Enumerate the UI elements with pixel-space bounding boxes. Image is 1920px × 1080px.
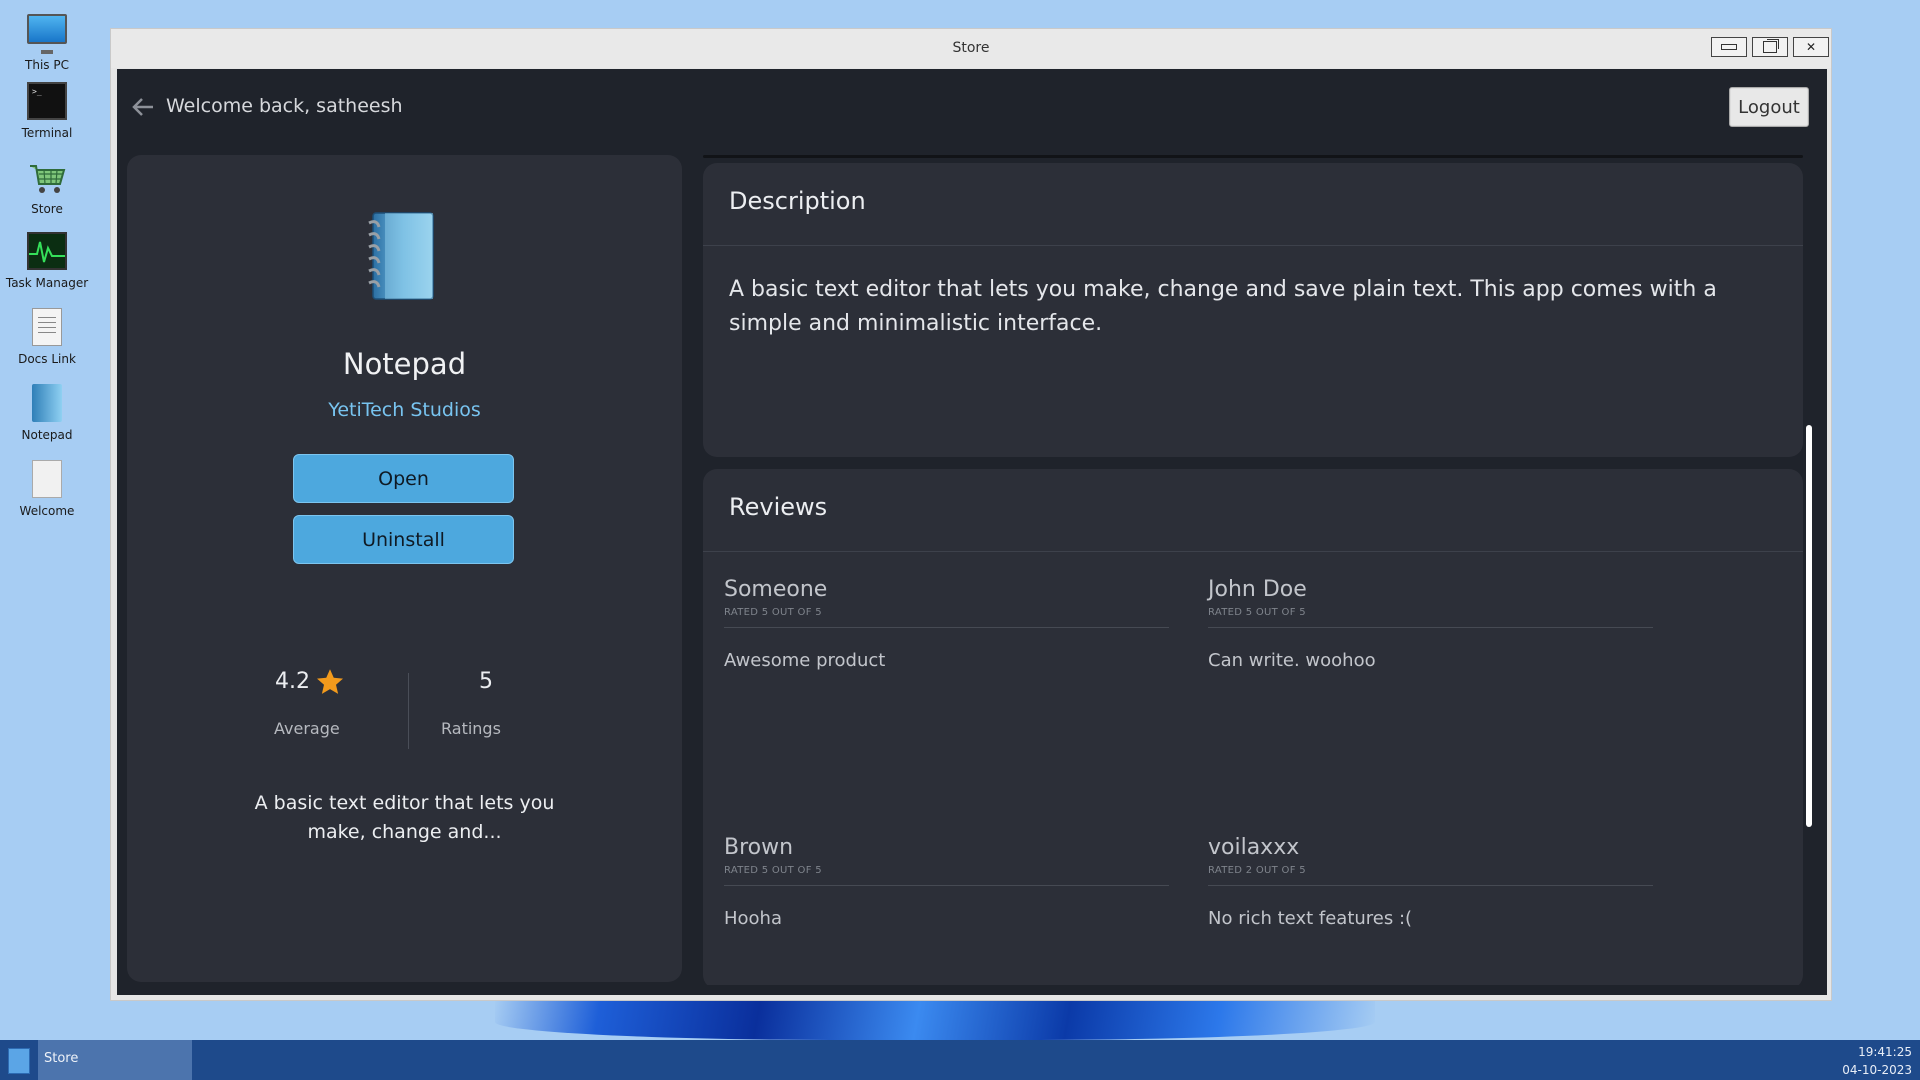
wallpaper — [495, 995, 1375, 1040]
review-divider — [1208, 627, 1653, 628]
desktop-icon-label: Store — [31, 202, 63, 216]
terminal-icon — [27, 82, 67, 122]
taskbar-clock[interactable]: 19:41:25 04-10-2023 — [1842, 1043, 1912, 1079]
start-button[interactable] — [8, 1048, 30, 1074]
review-author: Brown — [724, 835, 794, 860]
desktop-icon-this-pc[interactable]: This PC — [0, 8, 94, 72]
close-icon: ✕ — [1805, 40, 1817, 54]
developer-link[interactable]: YetiTech Studios — [127, 399, 682, 421]
stats-divider — [408, 673, 409, 749]
desktop-icon-label: This PC — [25, 58, 69, 72]
clock-date: 04-10-2023 — [1842, 1063, 1912, 1077]
rating-count-label: Ratings — [441, 719, 501, 738]
reviews-title: Reviews — [729, 493, 828, 521]
open-button[interactable]: Open — [293, 454, 514, 503]
review-divider — [724, 627, 1169, 628]
description-text: A basic text editor that lets you make, … — [729, 277, 1717, 336]
back-arrow-icon[interactable] — [131, 97, 155, 117]
short-description: A basic text editor that lets you make, … — [254, 792, 555, 843]
review-item: Someone RATED 5 OUT OF 5 Awesome product — [724, 577, 1169, 671]
review-item: John Doe RATED 5 OUT OF 5 Can write. woo… — [1208, 577, 1653, 671]
task-manager-icon — [27, 232, 67, 272]
desktop-icon-welcome[interactable]: Welcome — [0, 460, 94, 518]
desktop-icon-notepad[interactable]: Notepad — [0, 384, 94, 442]
review-author: Someone — [724, 577, 828, 602]
desktop-icon-task-manager[interactable]: Task Manager — [0, 232, 94, 290]
minimize-button[interactable] — [1711, 37, 1747, 57]
review-rating: RATED 5 OUT OF 5 — [724, 607, 822, 618]
review-divider — [1208, 885, 1653, 886]
window-title: Store — [952, 40, 990, 56]
welcome-text: Welcome back, satheesh — [166, 95, 403, 117]
taskbar-item-label: Store — [44, 1051, 79, 1066]
review-author: John Doe — [1208, 577, 1307, 602]
review-text: Awesome product — [724, 650, 886, 671]
reviews-card: Reviews Someone RATED 5 OUT OF 5 Awesome… — [703, 469, 1803, 985]
computer-icon — [27, 14, 67, 54]
review-item: voilaxxx RATED 2 OUT OF 5 No rich text f… — [1208, 835, 1653, 929]
rating-average-value: 4.2 — [275, 669, 310, 694]
desktop-icon-label: Notepad — [21, 428, 73, 442]
review-author: voilaxxx — [1208, 835, 1300, 860]
maximize-button[interactable] — [1752, 37, 1788, 57]
app-summary-panel: Notepad YetiTech Studios Open Uninstall … — [127, 155, 682, 982]
desktop-icon-label: Terminal — [21, 126, 73, 140]
desktop-icon-store[interactable]: Store — [0, 158, 94, 216]
desktop-icon-label: Docs Link — [18, 352, 76, 366]
review-item: Brown RATED 5 OUT OF 5 Hooha — [724, 835, 1169, 929]
review-divider — [724, 885, 1169, 886]
taskbar: Store 19:41:25 04-10-2023 — [0, 1040, 1920, 1080]
scrollbar[interactable] — [1806, 425, 1812, 827]
card-divider — [703, 245, 1803, 246]
clock-time: 19:41:25 — [1858, 1045, 1912, 1059]
document-icon — [27, 308, 67, 348]
desktop-icon-label: Welcome — [19, 504, 75, 518]
store-cart-icon — [27, 158, 67, 198]
store-window: Store ✕ Welcome back, satheesh Logout No… — [110, 28, 1832, 1001]
review-text: Hooha — [724, 908, 782, 929]
desktop-icon-label: Task Manager — [5, 276, 89, 290]
card-divider — [703, 551, 1803, 552]
notepad-icon — [27, 384, 67, 424]
review-text: Can write. woohoo — [1208, 650, 1376, 671]
rating-average-label: Average — [274, 719, 340, 738]
store-content: Welcome back, satheesh Logout Notepad Ye… — [117, 69, 1827, 995]
document-icon — [27, 460, 67, 500]
close-button[interactable]: ✕ — [1793, 37, 1829, 57]
desktop-icon-terminal[interactable]: Terminal — [0, 82, 94, 140]
window-titlebar[interactable]: Store ✕ — [111, 29, 1831, 68]
app-header: Welcome back, satheesh Logout — [117, 69, 1827, 149]
logout-button[interactable]: Logout — [1729, 87, 1809, 127]
review-rating: RATED 5 OUT OF 5 — [724, 865, 822, 876]
rating-stats: 4.2 Average 5 Ratings — [257, 663, 557, 749]
details-column: Description A basic text editor that let… — [703, 155, 1807, 985]
minimize-icon — [1721, 44, 1737, 50]
description-card: Description A basic text editor that let… — [703, 163, 1803, 457]
window-controls: ✕ — [1711, 37, 1829, 57]
star-icon — [315, 667, 345, 697]
review-text: No rich text features :( — [1208, 908, 1413, 929]
uninstall-button[interactable]: Uninstall — [293, 515, 514, 564]
review-rating: RATED 5 OUT OF 5 — [1208, 607, 1306, 618]
description-title: Description — [729, 187, 866, 215]
desktop-icon-docs-link[interactable]: Docs Link — [0, 308, 94, 366]
restore-icon — [1763, 41, 1777, 53]
notepad-app-icon — [363, 205, 443, 305]
rating-count-value: 5 — [479, 669, 493, 694]
section-divider — [703, 155, 1803, 158]
app-name: Notepad — [342, 347, 467, 381]
taskbar-item-store[interactable]: Store — [38, 1040, 192, 1080]
review-rating: RATED 2 OUT OF 5 — [1208, 865, 1306, 876]
